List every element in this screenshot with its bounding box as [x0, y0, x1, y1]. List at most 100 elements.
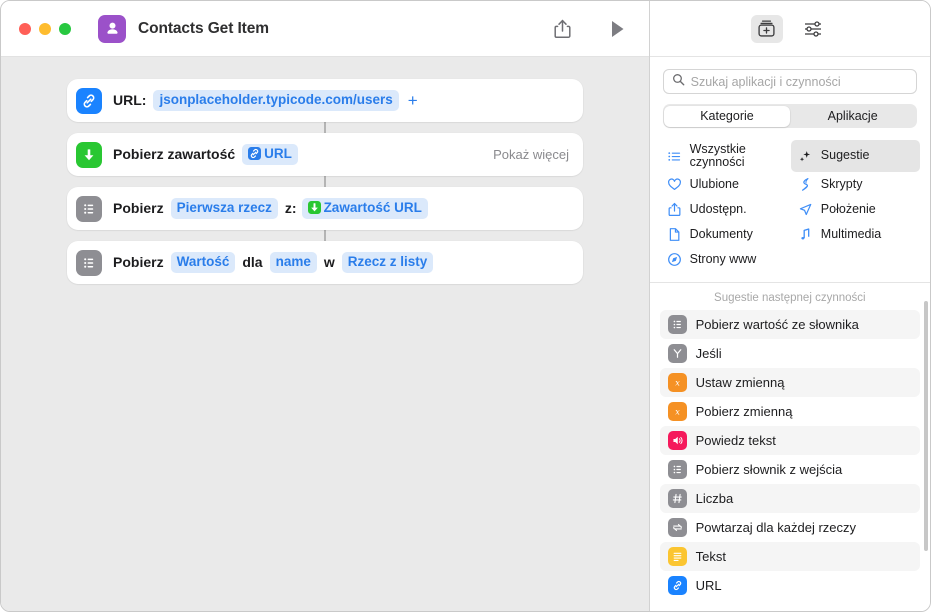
page-title: Contacts Get Item — [138, 19, 269, 37]
list-item[interactable]: Powiedz tekst — [659, 426, 920, 455]
category-suggestions[interactable]: Sugestie — [790, 140, 920, 172]
url-variable-token[interactable]: URL — [242, 144, 298, 165]
search-box[interactable] — [662, 69, 917, 94]
search-icon — [672, 73, 685, 91]
category-label: Dokumenty — [689, 226, 753, 241]
source-variable-token[interactable]: Zawartość URL — [301, 198, 428, 219]
action-mid-label-1: dla — [242, 254, 263, 271]
url-link-icon — [76, 87, 102, 114]
list-item[interactable]: Pobierz słownik z wejścia — [660, 455, 920, 484]
category-label: Skrypty — [820, 176, 863, 191]
titlebar-actions — [550, 16, 631, 42]
category-web[interactable]: Strony www — [660, 247, 789, 272]
list-item-label: Powiedz tekst — [695, 433, 776, 448]
list-item-label: Pobierz słownik z wejścia — [695, 462, 843, 477]
category-media[interactable]: Multimedia — [791, 222, 920, 247]
action-label: Pobierz — [113, 200, 164, 217]
list-bullet-icon — [667, 149, 683, 164]
tab-apps[interactable]: Aplikacje — [790, 106, 916, 127]
library-scrollbar[interactable] — [924, 301, 928, 551]
close-button[interactable] — [19, 22, 31, 35]
action-card-get-contents[interactable]: Pobierz zawartość URL Pokaż więcej — [67, 133, 583, 176]
share-button[interactable] — [550, 16, 576, 42]
list-icon — [667, 315, 687, 334]
action-library-icon[interactable] — [750, 14, 783, 43]
list-item[interactable]: Pobierz wartość ze słownika — [659, 310, 920, 339]
list-item[interactable]: Tekst — [659, 542, 920, 571]
document-icon — [667, 227, 683, 242]
suggestions-header: Sugestie następnej czynności — [714, 292, 866, 304]
category-label: Ulubione — [689, 176, 739, 191]
add-url-button[interactable]: + — [408, 92, 418, 109]
list-item[interactable]: Jeśli — [660, 339, 920, 368]
action-card-get-item[interactable]: Pobierz Pierwsza rzecz z: Zawartość URL — [67, 187, 583, 230]
action-card-get-dictionary-value[interactable]: Pobierz Wartość dla name w Rzecz z listy — [67, 241, 583, 284]
action-label: Pobierz — [113, 254, 164, 271]
category-documents[interactable]: Dokumenty — [660, 222, 789, 247]
dictionary-source-token[interactable]: Rzecz z listy — [341, 252, 434, 273]
category-all-actions[interactable]: Wszystkie czynności — [660, 140, 789, 172]
list-icon — [76, 195, 102, 222]
url-value-token[interactable]: jsonplaceholder.typicode.com/users — [153, 90, 399, 111]
list-item[interactable]: Liczba — [659, 484, 920, 513]
list-item-label: Tekst — [695, 549, 726, 564]
show-more-button[interactable]: Pokaż więcej — [493, 147, 569, 162]
action-mid-label: z: — [284, 200, 297, 217]
location-arrow-icon — [798, 202, 814, 217]
value-type-token[interactable]: Wartość — [170, 252, 236, 273]
list-icon — [76, 249, 102, 276]
variable-x-icon: x — [667, 373, 687, 392]
list-item[interactable]: x Ustaw zmienną — [659, 368, 920, 397]
sliders-settings-icon[interactable] — [797, 15, 829, 43]
category-label: Strony www — [689, 251, 757, 266]
suggestions-list: Pobierz wartość ze słownika Jeśli x Usta… — [650, 310, 930, 611]
text-lines-icon — [667, 547, 687, 566]
library-segmented-control: Kategorie Aplikacje — [662, 104, 917, 128]
zoom-button[interactable] — [59, 22, 71, 35]
music-note-icon — [798, 227, 814, 242]
category-scripting[interactable]: Skrypty — [791, 172, 920, 197]
list-item[interactable]: x Pobierz zmienną — [660, 397, 920, 426]
search-input[interactable] — [690, 74, 908, 89]
traffic-lights — [19, 22, 71, 35]
list-item-label: Pobierz wartość ze słownika — [695, 317, 859, 332]
minimize-button[interactable] — [39, 22, 51, 35]
variable-x-icon: x — [667, 402, 687, 421]
category-favorites[interactable]: Ulubione — [660, 172, 789, 197]
list-item-label: Powtarzaj dla każdej rzeczy — [695, 520, 857, 535]
shortcuts-window: Contacts Get Item URL: jsonplaceholder.t… — [0, 0, 931, 612]
list-item[interactable]: URL — [660, 571, 920, 600]
category-label: Wszystkie czynności — [689, 141, 746, 169]
library-toolbar — [649, 1, 930, 57]
title-bar: Contacts Get Item — [1, 1, 649, 57]
download-arrow-icon — [307, 201, 321, 215]
action-label: URL: — [113, 92, 147, 109]
category-location[interactable]: Położenie — [791, 197, 920, 222]
tab-categories[interactable]: Kategorie — [664, 105, 790, 127]
key-name-token[interactable]: name — [269, 252, 317, 273]
run-button[interactable] — [605, 16, 631, 42]
list-item-label: Jeśli — [695, 346, 722, 361]
flow-connector — [324, 122, 326, 133]
category-label: Multimedia — [820, 226, 882, 241]
list-item[interactable]: Powtarzaj dla każdej rzeczy — [660, 513, 920, 542]
category-label: Sugestie — [820, 148, 870, 163]
heart-icon — [667, 177, 683, 192]
flow-connector — [324, 176, 326, 187]
category-label: Udostępn. — [689, 201, 747, 216]
action-card-url[interactable]: URL: jsonplaceholder.typicode.com/users … — [67, 79, 583, 122]
list-item-label: Ustaw zmienną — [695, 375, 785, 390]
url-link-icon — [248, 147, 262, 161]
item-selector-token[interactable]: Pierwsza rzecz — [170, 198, 278, 219]
url-link-icon — [667, 576, 687, 595]
sparkles-icon — [798, 149, 814, 164]
share-icon — [667, 202, 683, 217]
speaker-icon — [667, 431, 687, 450]
token-label: Zawartość URL — [323, 200, 422, 216]
action-flow: URL: jsonplaceholder.typicode.com/users … — [67, 79, 583, 284]
list-item-label: Liczba — [695, 491, 734, 506]
action-label: Pobierz zawartość — [113, 146, 236, 163]
contacts-person-icon — [98, 14, 126, 43]
category-sharing[interactable]: Udostępn. — [660, 197, 789, 222]
svg-text:x: x — [675, 377, 680, 387]
